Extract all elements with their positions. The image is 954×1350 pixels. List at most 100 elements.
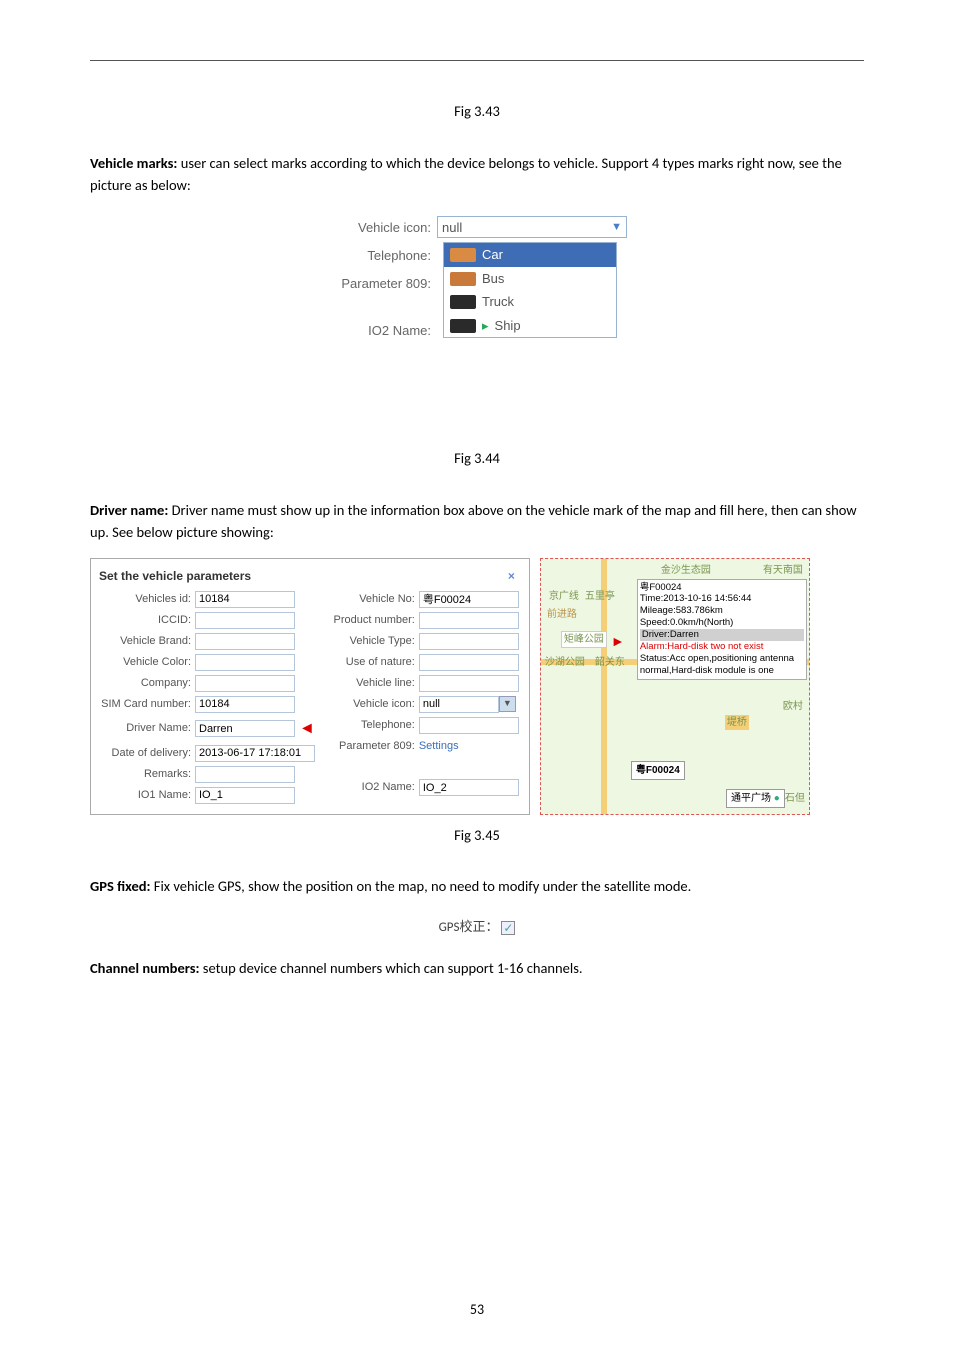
param-809-label: Parameter 809: (327, 274, 437, 294)
map-info-time: Time:2013-10-16 14:56:44 (640, 593, 804, 605)
iccid-label: ICCID: (95, 612, 195, 629)
sim-card-input[interactable] (195, 696, 295, 713)
red-arrow-icon: ◄ (299, 717, 315, 741)
gps-fixed-para: GPS fixed: Fix vehicle GPS, show the pos… (90, 876, 864, 898)
telephone-input[interactable] (419, 717, 519, 734)
vehicle-icon-label: Vehicle icon: (327, 218, 437, 238)
map-park-box: 通平广场 ● (726, 789, 785, 808)
vehicle-brand-input[interactable] (195, 633, 295, 650)
car-icon (450, 248, 476, 262)
option-bus[interactable]: Bus (444, 267, 616, 291)
channel-numbers-body: setup device channel numbers which can s… (200, 959, 583, 977)
io1-name-input[interactable] (195, 787, 295, 804)
vehicles-id-label: Vehicles id: (95, 591, 195, 608)
vehicle-marks-para: Vehicle marks: user can select marks acc… (90, 153, 864, 197)
vehicle-type-input[interactable] (419, 633, 519, 650)
company-label: Company: (95, 675, 195, 692)
close-icon[interactable]: × (508, 567, 515, 585)
map-label-3: 京广线 (549, 589, 579, 604)
gps-fixed-label: GPS fixed: (90, 877, 151, 895)
product-number-input[interactable] (419, 612, 519, 629)
gps-fix-demo: GPS校正： (90, 918, 864, 938)
io2-name-label: IO2 Name: (319, 779, 419, 796)
fig-344-caption: Fig 3.44 (90, 448, 864, 470)
product-number-label: Product number: (319, 612, 419, 629)
date-delivery-input[interactable] (195, 745, 315, 762)
vehicle-color-input[interactable] (195, 654, 295, 671)
vehicle-marks-body: user can select marks according to which… (90, 154, 842, 194)
gps-fix-checkbox[interactable] (501, 921, 515, 935)
vehicle-icon-selected: null (442, 218, 462, 238)
map-label-8: 前进路 (547, 607, 577, 622)
gps-fixed-body: Fix vehicle GPS, show the position on th… (151, 877, 692, 895)
io2-name-input[interactable] (419, 779, 519, 796)
vehicle-marks-label: Vehicle marks: (90, 154, 177, 172)
settings-link[interactable]: Settings (419, 738, 459, 755)
map-label-7: 矩峰公园 (561, 631, 607, 648)
option-truck[interactable]: Truck (444, 290, 616, 314)
driver-name-body: Driver name must show up in the informat… (90, 501, 857, 541)
form-panel: Set the vehicle parameters × Vehicles id… (90, 558, 530, 815)
driver-name-para: Driver name: Driver name must show up in… (90, 500, 864, 544)
map-label-1: 金沙生态园 (661, 563, 711, 578)
map-label-5: 韶关东 (595, 655, 625, 670)
channel-numbers-para: Channel numbers: setup device channel nu… (90, 958, 864, 980)
remarks-label: Remarks: (95, 766, 195, 783)
iccid-input[interactable] (195, 612, 295, 629)
bus-icon (450, 272, 476, 286)
vehicle-icon-options: Car Bus Truck ▸ Ship (443, 242, 617, 338)
sim-card-label: SIM Card number: (95, 696, 195, 713)
vehicle-no-input[interactable] (419, 591, 519, 608)
red-arrow-icon: ► (611, 631, 625, 652)
driver-name-input[interactable] (195, 720, 295, 737)
map-info-driver: Driver:Darren (640, 629, 804, 641)
option-ship[interactable]: ▸ Ship (444, 314, 616, 338)
map-label-11: 石但 (785, 791, 805, 806)
truck-icon (450, 295, 476, 309)
channel-numbers-label: Channel numbers: (90, 959, 200, 977)
remarks-input[interactable] (195, 766, 295, 783)
vehicle-type-label: Vehicle Type: (319, 633, 419, 650)
map-label-2: 有天南国 (763, 563, 803, 578)
page-number: 53 (0, 1299, 954, 1320)
set-vehicle-parameters-demo: Set the vehicle parameters × Vehicles id… (90, 558, 864, 815)
gps-fix-label: GPS校正： (439, 920, 499, 935)
vehicles-id-input[interactable] (195, 591, 295, 608)
vehicle-icon-form-input[interactable] (419, 696, 499, 713)
fig-345-caption: Fig 3.45 (90, 825, 864, 847)
use-of-nature-input[interactable] (419, 654, 519, 671)
map-info-mileage: Mileage:583.786km (640, 605, 804, 617)
map-panel: 金沙生态园 有天南国 京广线 五里亭 前进路 矩峰公园 沙湖公园 韶关东 欧村 … (540, 558, 810, 815)
map-plate-box: 粤F00024 (631, 761, 685, 780)
date-delivery-label: Date of delivery: (95, 745, 195, 762)
map-info-plate: 粤F00024 (640, 582, 804, 594)
map-label-10: 堤桥 (725, 715, 749, 730)
io2-label-dd: IO2 Name: (327, 321, 437, 341)
ship-icon (450, 319, 476, 333)
chevron-down-icon[interactable]: ▼ (499, 696, 516, 712)
map-label-9: 欧村 (783, 699, 803, 714)
vehicle-brand-label: Vehicle Brand: (95, 633, 195, 650)
vehicle-no-label: Vehicle No: (319, 591, 419, 608)
vehicle-line-input[interactable] (419, 675, 519, 692)
map-info-speed: Speed:0.0km/h(North) (640, 617, 804, 629)
param-809-form-label: Parameter 809: (319, 738, 419, 755)
driver-name-form-label: Driver Name: (95, 720, 195, 737)
use-of-nature-label: Use of nature: (319, 654, 419, 671)
vehicle-line-label: Vehicle line: (319, 675, 419, 692)
telephone-label: Telephone: (327, 246, 437, 266)
telephone-form-label: Telephone: (319, 717, 419, 734)
map-label-6: 沙湖公园 (545, 655, 585, 670)
form-title: Set the vehicle parameters × (95, 565, 519, 587)
company-input[interactable] (195, 675, 295, 692)
io1-name-label: IO1 Name: (95, 787, 195, 804)
chevron-down-icon: ▼ (611, 219, 622, 236)
fig-343-caption: Fig 3.43 (90, 101, 864, 123)
map-info-box: 粤F00024 Time:2013-10-16 14:56:44 Mileage… (637, 579, 807, 680)
option-car[interactable]: Car (444, 243, 616, 267)
map-info-alarm: Alarm:Hard-disk two not exist (640, 641, 804, 653)
vehicle-icon-select[interactable]: null ▼ (437, 216, 627, 238)
vehicle-color-label: Vehicle Color: (95, 654, 195, 671)
map-label-4: 五里亭 (585, 589, 615, 604)
map-info-status: Status:Acc open,positioning antenna norm… (640, 653, 804, 677)
